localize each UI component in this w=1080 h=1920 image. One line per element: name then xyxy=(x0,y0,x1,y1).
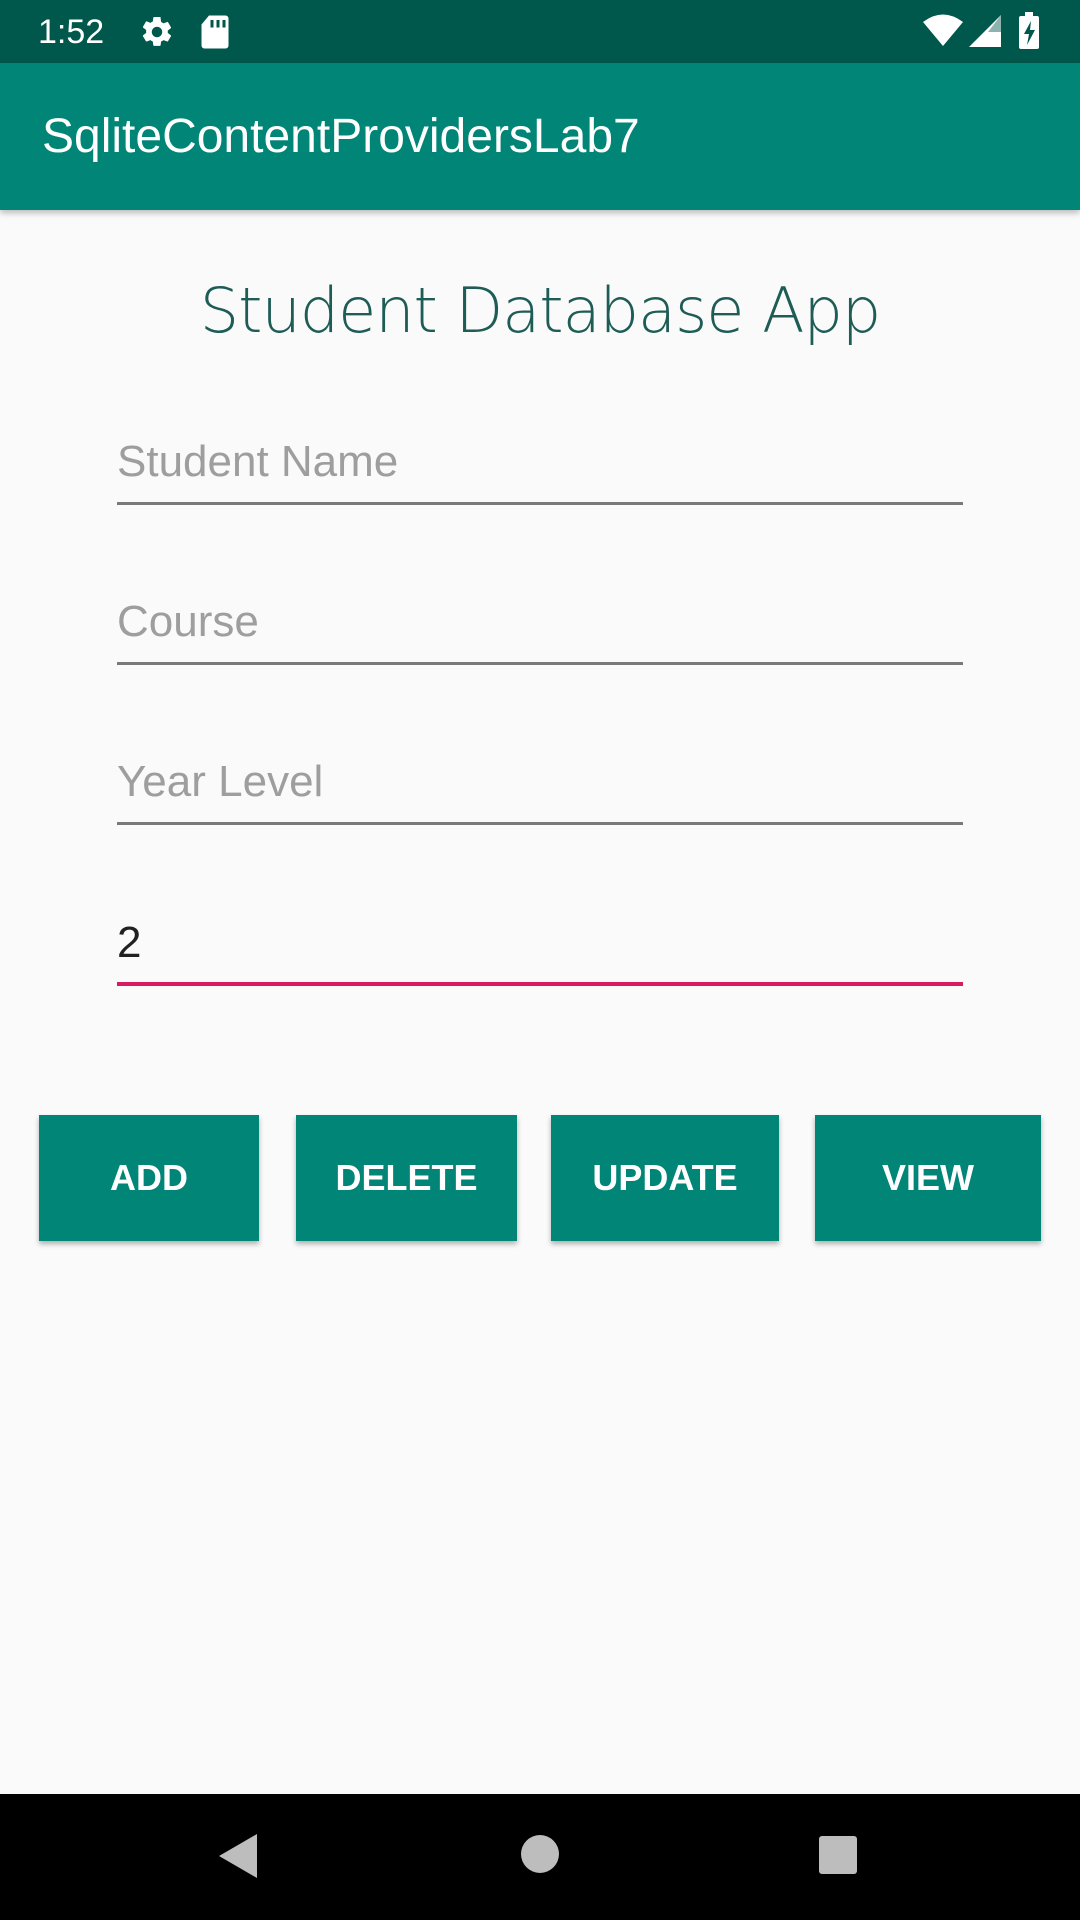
year-level-underline xyxy=(117,822,963,825)
view-button[interactable]: VIEW xyxy=(815,1115,1041,1241)
id-input[interactable] xyxy=(117,906,963,980)
sd-card-icon xyxy=(200,14,230,55)
delete-button[interactable]: DELETE xyxy=(296,1115,517,1241)
gear-icon xyxy=(139,14,175,55)
signal-icon xyxy=(968,14,1002,53)
battery-charging-icon xyxy=(1018,12,1040,55)
year-level-field[interactable] xyxy=(117,745,963,825)
status-time: 1:52 xyxy=(38,13,105,51)
wifi-icon xyxy=(922,14,964,53)
id-underline xyxy=(117,982,963,986)
page-title: Student Database App xyxy=(199,274,881,347)
student-name-input[interactable] xyxy=(117,425,963,499)
button-row: ADD DELETE UPDATE VIEW xyxy=(0,1115,1080,1241)
course-underline xyxy=(117,662,963,665)
id-field[interactable] xyxy=(117,906,963,986)
student-name-field[interactable] xyxy=(117,425,963,505)
recents-icon[interactable] xyxy=(818,1835,858,1880)
app-bar: SqliteContentProvidersLab7 xyxy=(0,63,1080,210)
year-level-input[interactable] xyxy=(117,745,963,819)
status-bar: 1:52 xyxy=(0,0,1080,63)
update-button[interactable]: UPDATE xyxy=(551,1115,779,1241)
student-name-underline xyxy=(117,502,963,505)
app-title: SqliteContentProvidersLab7 xyxy=(42,110,640,163)
course-field[interactable] xyxy=(117,585,963,665)
home-icon[interactable] xyxy=(520,1834,560,1879)
back-icon[interactable] xyxy=(217,1832,259,1885)
add-button[interactable]: ADD xyxy=(39,1115,259,1241)
nav-bar xyxy=(0,1794,1080,1920)
course-input[interactable] xyxy=(117,585,963,659)
